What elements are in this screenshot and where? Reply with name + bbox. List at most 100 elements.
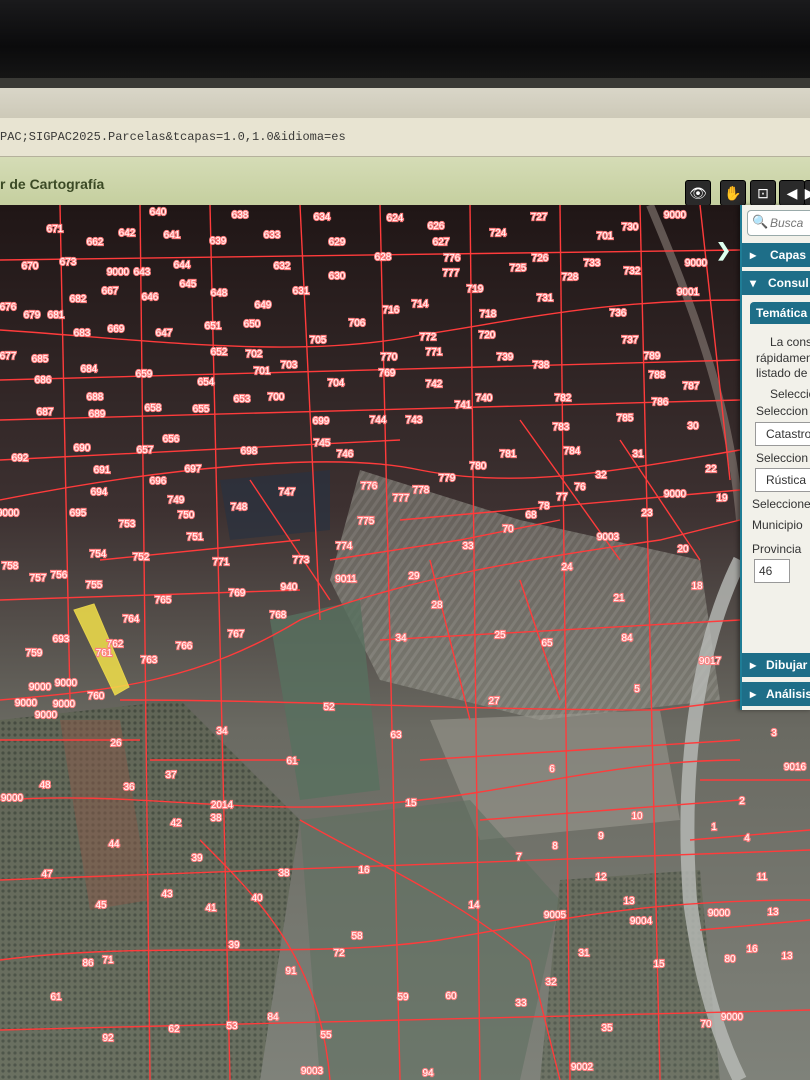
- parcel-label: 9011: [335, 574, 357, 585]
- parcel-label: 642: [119, 228, 136, 239]
- parcel-label: 70: [502, 524, 514, 535]
- parcel-label: 629: [329, 237, 346, 248]
- consulta-section[interactable]: ▾ Consul: [742, 271, 810, 295]
- address-bar[interactable]: PAC;SIGPAC2025.Parcelas&tcapas=1.0,1.0&i…: [0, 118, 810, 157]
- analisis-section[interactable]: ▸ Análisis: [742, 682, 810, 706]
- monitor-bezel: [0, 0, 810, 78]
- parcel-label: 37: [165, 770, 177, 781]
- parcel-label: 19: [716, 493, 728, 504]
- parcel-label: 728: [562, 272, 579, 283]
- parcel-label: 2014: [211, 800, 234, 811]
- parcel-label: 745: [314, 438, 331, 449]
- parcel-label: 650: [244, 319, 261, 330]
- parcel-label: 36: [123, 782, 135, 793]
- parcel-label: 6: [549, 764, 555, 775]
- url-text: PAC;SIGPAC2025.Parcelas&tcapas=1.0,1.0&i…: [0, 130, 346, 144]
- parcel-label: 776: [361, 481, 378, 492]
- dibujar-section[interactable]: ▸ Dibujar: [742, 653, 810, 677]
- chevron-right-icon: ▸: [750, 687, 757, 701]
- search-box[interactable]: 🔍 Busca: [747, 210, 810, 236]
- map-view[interactable]: 640 671 662 642 641 639 638 633 634 629 624 626 627 7…: [0, 205, 810, 1080]
- parcel-label: 632: [274, 261, 291, 272]
- parcel-label: 648: [211, 288, 228, 299]
- parcel-label: 60: [445, 991, 457, 1002]
- parcel-label: 52: [323, 702, 335, 713]
- app-title: r de Cartografía: [0, 176, 105, 192]
- parcel-label: 9000: [685, 258, 708, 269]
- back-arrow-icon[interactable]: ◀: [779, 180, 805, 206]
- parcel-label: 631: [293, 286, 310, 297]
- analisis-label: Análisis: [766, 687, 810, 701]
- parcel-label: 778: [413, 485, 430, 496]
- parcel-label: 58: [351, 931, 363, 942]
- intro-text-line: rápidamen: [756, 351, 810, 365]
- parcel-label: 84: [621, 633, 633, 644]
- parcel-label: 784: [564, 446, 581, 457]
- parcel-label: 14: [468, 900, 480, 911]
- parcel-label: 12: [595, 872, 607, 883]
- hand-pan-icon[interactable]: ✋: [720, 180, 746, 206]
- parcel-label: 777: [393, 493, 410, 504]
- parcel-label: 760: [88, 691, 105, 702]
- parcel-label: 766: [176, 641, 193, 652]
- parcel-label: 662: [87, 237, 104, 248]
- parcel-label: 747: [279, 487, 296, 498]
- zoom-window-icon[interactable]: ⊡: [750, 180, 776, 206]
- parcel-label: 92: [102, 1033, 114, 1044]
- parcel-label: 13: [767, 907, 779, 918]
- parcel-label: 28: [431, 600, 443, 611]
- parcel-label: 29: [408, 571, 420, 582]
- provincia-input[interactable]: 46: [754, 559, 790, 583]
- intro-text-line: La cons: [770, 335, 810, 349]
- parcel-label: 755: [86, 580, 103, 591]
- forward-arrow-icon[interactable]: ▶: [804, 180, 810, 206]
- parcel-label: 628: [375, 252, 392, 263]
- parcel-label: 669: [108, 324, 125, 335]
- field-label: Seleccio: [770, 387, 810, 401]
- field-label: Seleccione: [752, 497, 810, 511]
- parcel-label: 640: [150, 207, 167, 218]
- parcel-label: 86: [82, 958, 94, 969]
- parcel-label: 738: [533, 360, 550, 371]
- parcel-label: 39: [191, 853, 203, 864]
- parcel-label: 776: [444, 253, 461, 264]
- chevron-right-icon: ▸: [750, 658, 757, 672]
- parcel-label: 61: [286, 756, 298, 767]
- parcel-label: 80: [724, 954, 736, 965]
- parcel-label: 33: [515, 998, 527, 1009]
- parcel-label: 731: [537, 293, 554, 304]
- parcel-label: 688: [87, 392, 104, 403]
- parcel-label: 62: [168, 1024, 180, 1035]
- parcel-label: 763: [141, 655, 158, 666]
- catastro-select[interactable]: Catastro: [755, 422, 810, 446]
- parcel-label: 767: [228, 629, 245, 640]
- parcel-label: 5: [634, 684, 640, 695]
- collapse-panel-icon[interactable]: ❯: [716, 240, 731, 261]
- browser-toolbar: [0, 88, 810, 118]
- parcel-label: 736: [610, 308, 627, 319]
- parcel-label: 757: [30, 573, 47, 584]
- tab-tematica[interactable]: Temática: [750, 302, 810, 324]
- eye-icon[interactable]: 👁: [685, 180, 711, 206]
- parcel-label: 698: [241, 446, 258, 457]
- parcel-label: 696: [150, 476, 167, 487]
- parcel-label: 9004: [630, 916, 653, 927]
- parcel-label: 13: [781, 951, 793, 962]
- parcel-label: 627: [433, 237, 450, 248]
- rustica-select[interactable]: Rústica: [755, 468, 810, 492]
- parcel-label: 789: [644, 351, 661, 362]
- parcel-label: 750: [178, 510, 195, 521]
- parcel-label: 769: [229, 588, 246, 599]
- parcel-label: 9003: [597, 532, 620, 543]
- parcel-label: 26: [110, 738, 122, 749]
- parcel-label: 772: [420, 332, 437, 343]
- parcel-label: 30: [687, 421, 699, 432]
- parcel-label: 653: [234, 394, 251, 405]
- parcel-label: 3: [771, 728, 777, 739]
- parcel-label: 71: [102, 955, 114, 966]
- parcel-label: 31: [632, 449, 644, 460]
- parcel-label: 683: [74, 328, 91, 339]
- parcel-label: 701: [254, 366, 271, 377]
- parcel-label: 27: [488, 696, 500, 707]
- capas-section[interactable]: ▸ Capas: [742, 243, 810, 267]
